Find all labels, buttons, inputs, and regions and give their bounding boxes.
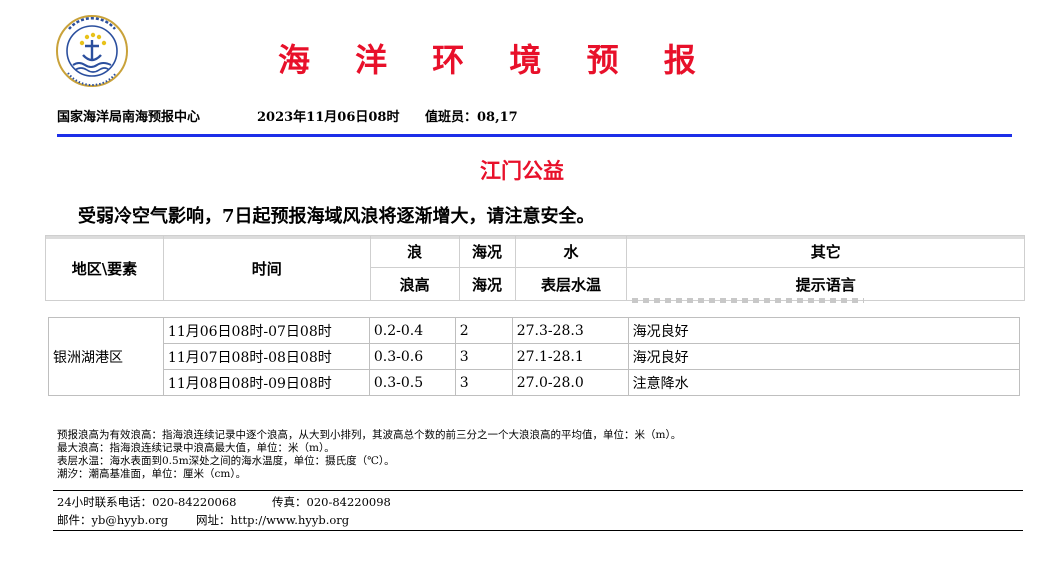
contact-website[interactable]: 网址：http://www.hyyb.org — [196, 513, 349, 527]
header-time: 时间 — [162, 235, 371, 301]
sst-cell: 27.3-28.3 — [511, 317, 629, 344]
note-line: 最大浪高：指海浪连续记录中浪高最大值，单位：米（m）。 — [57, 442, 335, 454]
header-divider — [57, 134, 1012, 137]
footer-divider — [53, 490, 1023, 491]
header-wave-group: 浪 — [369, 235, 460, 268]
header-other-group: 其它 — [626, 235, 1025, 268]
duty-staff: 值班员：08,17 — [425, 110, 518, 125]
wave-height-cell: 0.3-0.5 — [368, 369, 456, 396]
faint-text-artifact — [632, 298, 864, 303]
header-water-group: 水 — [514, 235, 628, 268]
sea-state-cell: 2 — [454, 317, 513, 344]
tip-cell: 海况良好 — [627, 317, 1021, 344]
table-row: 11月08日08时-09日08时 0.3-0.5 3 27.0-28.0 注意降… — [49, 369, 1021, 396]
header-sea-state-group: 海况 — [458, 235, 516, 268]
header-region: 地区\要素 — [45, 235, 164, 301]
table-row: 银洲湖港区 11月06日08时-07日08时 0.2-0.4 2 27.3-28… — [48, 317, 1021, 396]
sea-state-cell: 3 — [454, 343, 513, 370]
header-sst: 表层水温 — [514, 267, 628, 301]
page-title: 海 洋 环 境 预 报 — [278, 41, 713, 79]
table-row: 11月07日08时-08日08时 0.3-0.6 3 27.1-28.1 海况良… — [49, 343, 1021, 370]
forecast-table-header: 地区\要素 时间 浪 海况 水 其它 浪高 海况 表层水温 提示语言 — [45, 235, 1025, 301]
note-line: 预报浪高为有效浪高：指海浪连续记录中逐个浪高，从大到小排列，其波高总个数的前三分… — [57, 429, 682, 441]
tip-cell: 注意降水 — [627, 369, 1021, 396]
sst-cell: 27.0-28.0 — [511, 369, 629, 396]
tip-cell: 海况良好 — [627, 343, 1021, 370]
agency-name: 国家海洋局南海预报中心 — [57, 110, 201, 125]
sst-cell: 27.1-28.1 — [511, 343, 629, 370]
forecast-location-title: 江门公益 — [480, 158, 564, 183]
time-cell: 11月06日08时-07日08时 — [162, 317, 370, 344]
region-cell: 银洲湖港区 — [48, 317, 164, 396]
time-cell: 11月07日08时-08日08时 — [162, 343, 370, 370]
wave-height-cell: 0.3-0.6 — [368, 343, 456, 370]
header-tips: 提示语言 — [626, 267, 1025, 301]
contact-email[interactable]: 邮件：yb@hyyb.org — [57, 513, 168, 527]
contact-phone: 24小时联系电话：020-84220068 — [57, 495, 237, 509]
header-wave-height: 浪高 — [369, 267, 460, 301]
wave-height-cell: 0.2-0.4 — [368, 317, 456, 344]
time-cell: 11月08日08时-09日08时 — [162, 369, 370, 396]
footer-bottom-rule — [53, 530, 1023, 531]
sea-state-cell: 3 — [454, 369, 513, 396]
header-sea-state: 海况 — [458, 267, 516, 301]
forecast-table: 银洲湖港区 11月06日08时-07日08时 0.2-0.4 2 27.3-28… — [48, 317, 1021, 396]
contact-fax: 传真：020-84220098 — [272, 495, 391, 509]
note-line: 潮汐：潮高基准面，单位：厘米（cm）。 — [57, 468, 247, 480]
sea-anchor-emblem-icon — [56, 15, 128, 87]
issue-time: 2023年11月06日08时 — [257, 110, 400, 125]
note-line: 表层水温：海水表面到0.5m深处之间的海水温度，单位：摄氏度（℃）。 — [57, 455, 395, 467]
forecast-headline: 受弱冷空气影响，7日起预报海域风浪将逐渐增大，请注意安全。 — [78, 206, 595, 227]
definition-notes: 预报浪高为有效浪高：指海浪连续记录中逐个浪高，从大到小排列，其波高总个数的前三分… — [57, 429, 681, 481]
